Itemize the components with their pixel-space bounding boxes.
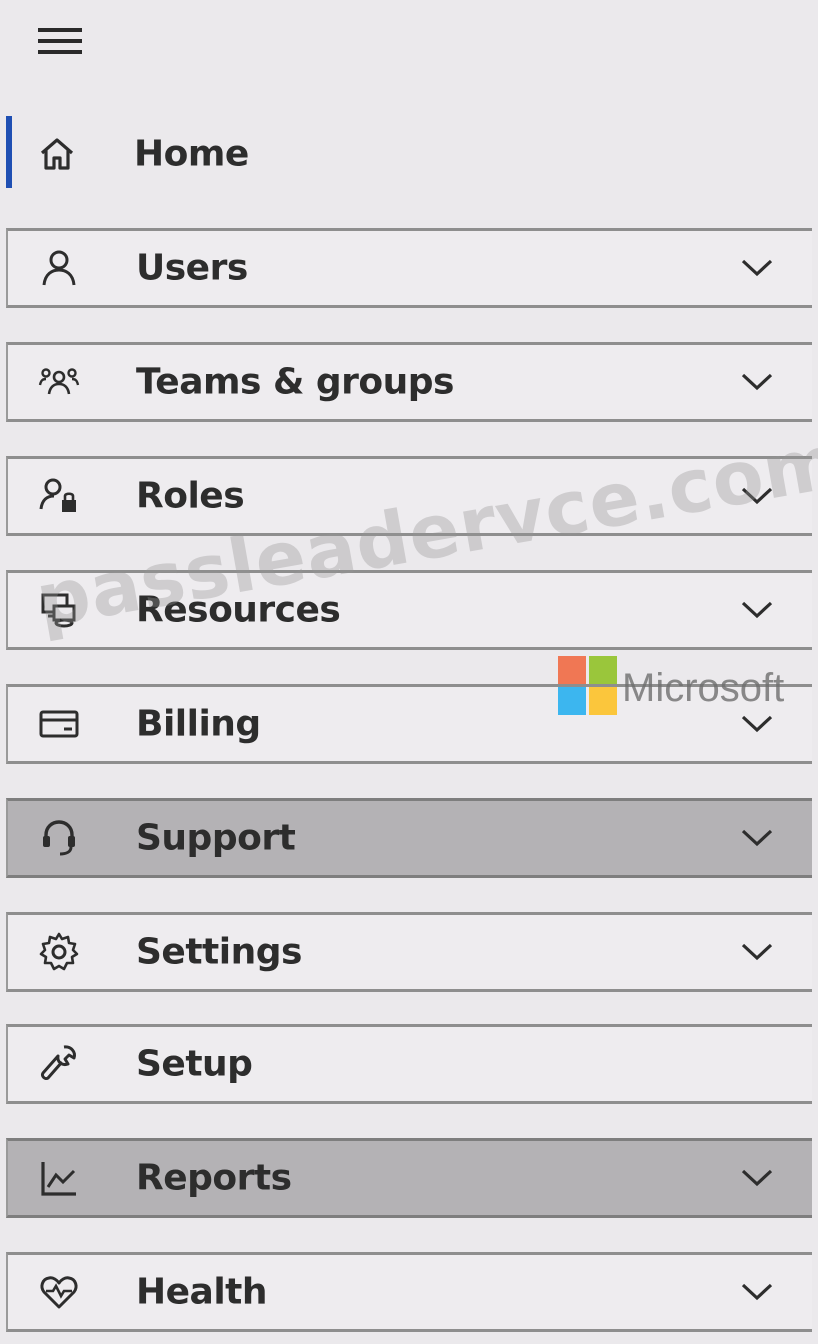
logo-square-red — [558, 656, 586, 684]
logo-square-green — [589, 656, 617, 684]
navigation-pane: Home Users Teams & groups Roles Resource… — [0, 0, 818, 1344]
hamburger-icon[interactable] — [34, 24, 86, 60]
chevron-down-icon[interactable] — [740, 600, 774, 620]
nav-item-label: Health — [136, 1271, 268, 1313]
credit-card-icon — [38, 703, 80, 745]
nav-item-settings[interactable]: Settings — [6, 912, 812, 992]
nav-item-label: Roles — [136, 475, 245, 517]
nav-item-label: Support — [136, 817, 296, 859]
chevron-down-icon[interactable] — [740, 1282, 774, 1302]
chevron-down-icon[interactable] — [740, 372, 774, 392]
nav-item-label: Settings — [136, 931, 302, 973]
nav-item-label: Resources — [136, 589, 341, 631]
nav-item-label: Setup — [136, 1043, 253, 1085]
nav-item-resources[interactable]: Resources — [6, 570, 812, 650]
line-chart-icon — [38, 1157, 80, 1199]
nav-item-setup[interactable]: Setup — [6, 1024, 812, 1104]
gear-icon — [38, 931, 80, 973]
nav-item-label: Users — [136, 247, 248, 289]
nav-item-roles[interactable]: Roles — [6, 456, 812, 536]
nav-item-label: Billing — [136, 703, 261, 745]
nav-item-label: Reports — [136, 1157, 292, 1199]
chevron-down-icon[interactable] — [740, 1168, 774, 1188]
person-icon — [38, 247, 80, 289]
chevron-down-icon[interactable] — [740, 258, 774, 278]
chevron-down-icon[interactable] — [740, 714, 774, 734]
nav-item-health[interactable]: Health — [6, 1252, 812, 1332]
nav-item-label: Teams & groups — [136, 361, 454, 403]
nav-item-home[interactable]: Home — [6, 114, 812, 194]
devices-icon — [38, 589, 80, 631]
home-icon — [36, 133, 78, 175]
person-lock-icon — [38, 475, 80, 517]
wrench-icon — [38, 1043, 80, 1085]
nav-item-billing[interactable]: Billing — [6, 684, 812, 764]
nav-item-label: Home — [134, 133, 249, 175]
headset-icon — [38, 817, 80, 859]
chevron-down-icon[interactable] — [740, 942, 774, 962]
nav-item-teams-groups[interactable]: Teams & groups — [6, 342, 812, 422]
people-group-icon — [38, 361, 80, 403]
chevron-down-icon[interactable] — [740, 486, 774, 506]
nav-item-support[interactable]: Support — [6, 798, 812, 878]
nav-item-reports[interactable]: Reports — [6, 1138, 812, 1218]
heart-pulse-icon — [38, 1271, 80, 1313]
nav-item-users[interactable]: Users — [6, 228, 812, 308]
chevron-down-icon[interactable] — [740, 828, 774, 848]
